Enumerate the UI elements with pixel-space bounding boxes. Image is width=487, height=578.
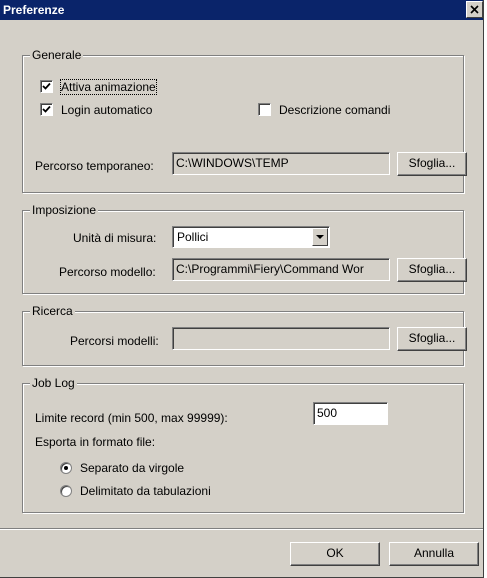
- delimitato-tabulazioni-label[interactable]: Delimitato da tabulazioni: [80, 484, 211, 498]
- sfoglia-ricerca-button[interactable]: Sfoglia...: [397, 327, 467, 351]
- group-generale-legend: Generale: [30, 48, 84, 62]
- unita-misura-value: Pollici: [177, 230, 209, 244]
- unita-misura-select[interactable]: Pollici: [172, 226, 330, 248]
- close-button[interactable]: [466, 1, 483, 18]
- descrizione-comandi-checkbox[interactable]: [258, 103, 271, 116]
- group-joblog-legend: Job Log: [30, 376, 77, 390]
- attiva-animazione-checkbox[interactable]: [40, 80, 53, 93]
- chevron-down-icon: [316, 235, 324, 239]
- sfoglia-temporaneo-button[interactable]: Sfoglia...: [397, 152, 467, 176]
- percorso-modello-field[interactable]: C:\Programmi\Fiery\Command Wor: [172, 258, 390, 281]
- unita-misura-label: Unità di misura:: [73, 231, 157, 245]
- attiva-animazione-label[interactable]: Attiva animazione: [60, 79, 157, 95]
- percorso-temporaneo-field[interactable]: C:\WINDOWS\TEMP: [172, 152, 390, 175]
- limite-record-input[interactable]: 500: [313, 402, 388, 425]
- esporta-formato-label: Esporta in formato file:: [35, 435, 156, 449]
- login-automatico-label[interactable]: Login automatico: [61, 103, 152, 117]
- checkmark-icon: [42, 105, 51, 113]
- checkmark-icon: [42, 82, 51, 90]
- separato-virgole-label[interactable]: Separato da virgole: [80, 461, 184, 475]
- title-bar: Preferenze: [0, 0, 483, 20]
- delimitato-tabulazioni-radio[interactable]: [60, 485, 72, 497]
- limite-record-label: Limite record (min 500, max 99999):: [35, 411, 228, 425]
- window-title: Preferenze: [3, 3, 65, 17]
- sfoglia-modello-button[interactable]: Sfoglia...: [397, 258, 467, 282]
- preferences-dialog: Preferenze Generale Attiva animazione Lo…: [0, 0, 484, 578]
- annulla-button[interactable]: Annulla: [389, 542, 479, 566]
- group-ricerca-legend: Ricerca: [30, 304, 75, 318]
- footer-separator-highlight: [0, 529, 483, 530]
- group-imposizione-legend: Imposizione: [30, 203, 99, 217]
- descrizione-comandi-label[interactable]: Descrizione comandi: [279, 103, 390, 117]
- dropdown-arrow-button[interactable]: [312, 228, 328, 246]
- close-icon: [470, 5, 479, 14]
- percorsi-modelli-field[interactable]: [172, 327, 390, 350]
- radio-selected-dot: [64, 466, 68, 470]
- percorsi-modelli-label: Percorsi modelli:: [70, 334, 159, 348]
- ok-button[interactable]: OK: [290, 542, 380, 566]
- separato-virgole-radio[interactable]: [60, 462, 72, 474]
- percorso-temporaneo-label: Percorso temporaneo:: [35, 159, 154, 173]
- percorso-modello-label: Percorso modello:: [59, 265, 156, 279]
- login-automatico-checkbox[interactable]: [40, 103, 53, 116]
